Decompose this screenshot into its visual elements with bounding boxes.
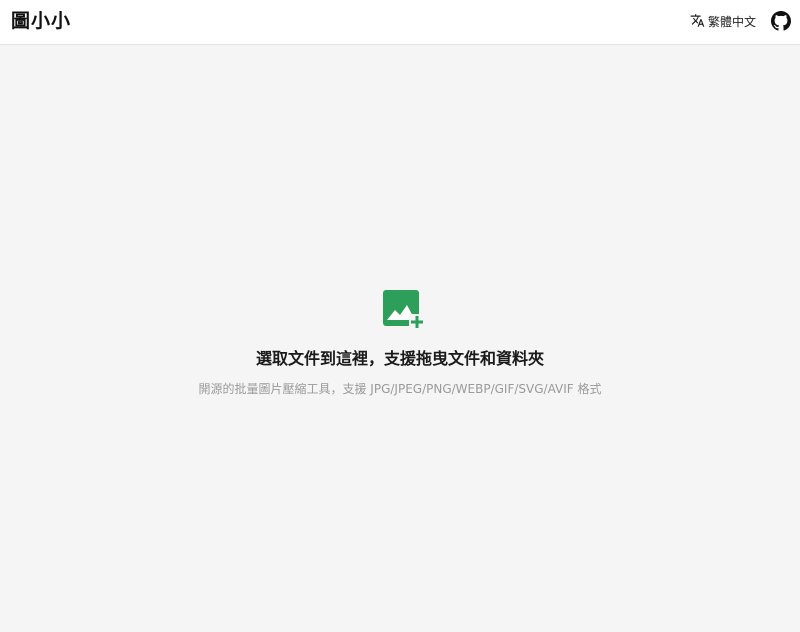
app-header: 圖小小 繁體中文 — [0, 0, 800, 45]
github-icon — [771, 11, 791, 31]
translate-icon — [690, 13, 705, 32]
app-logo[interactable]: 圖小小 — [11, 9, 71, 33]
language-switcher[interactable]: 繁體中文 — [690, 12, 756, 32]
dropzone-subtitle: 開源的批量圖片壓縮工具，支援 JPG/JPEG/PNG/WEBP/GIF/SVG… — [198, 382, 602, 396]
file-dropzone[interactable] — [0, 46, 800, 632]
dropzone-title: 選取文件到這裡，支援拖曳文件和資料夾 — [255, 349, 544, 368]
language-label: 繁體中文 — [708, 15, 757, 29]
add-image-icon[interactable] — [383, 290, 425, 330]
github-link[interactable] — [771, 11, 791, 31]
